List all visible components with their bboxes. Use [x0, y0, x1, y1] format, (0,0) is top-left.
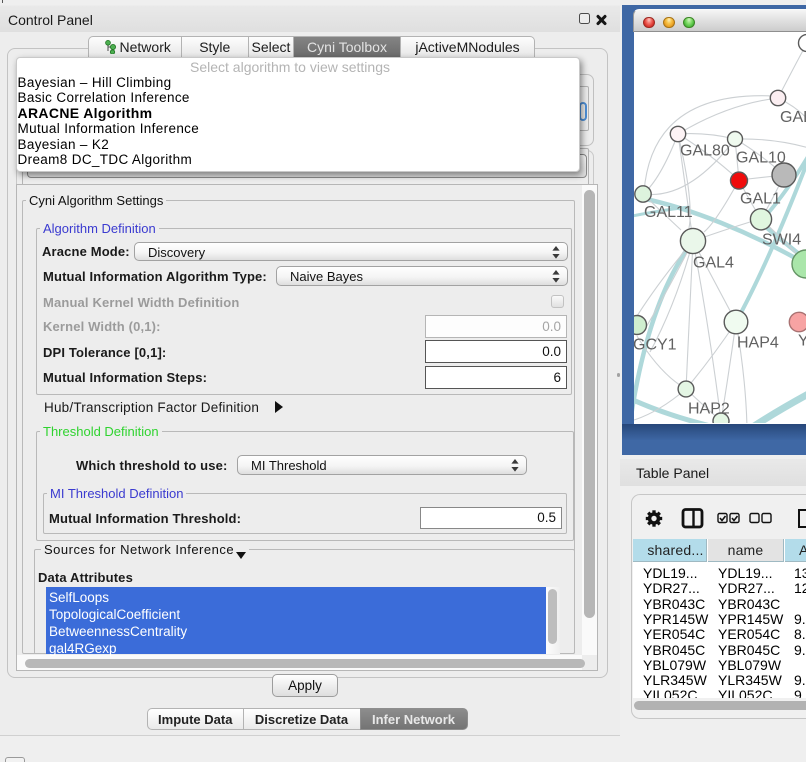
svg-text:HAP4: HAP4: [737, 335, 779, 352]
svg-text:GAL1: GAL1: [740, 191, 781, 208]
svg-text:GAL11: GAL11: [644, 204, 693, 221]
svg-text:GAL7: GAL7: [780, 109, 806, 126]
svg-text:GAL10: GAL10: [736, 150, 786, 167]
svg-text:GAL4: GAL4: [693, 255, 734, 272]
svg-text:Y: Y: [798, 333, 806, 350]
svg-text:GCY1: GCY1: [634, 337, 677, 354]
svg-text:SWI4: SWI4: [762, 232, 801, 249]
svg-text:GAL80: GAL80: [680, 143, 730, 160]
svg-text:HAP2: HAP2: [688, 400, 730, 417]
